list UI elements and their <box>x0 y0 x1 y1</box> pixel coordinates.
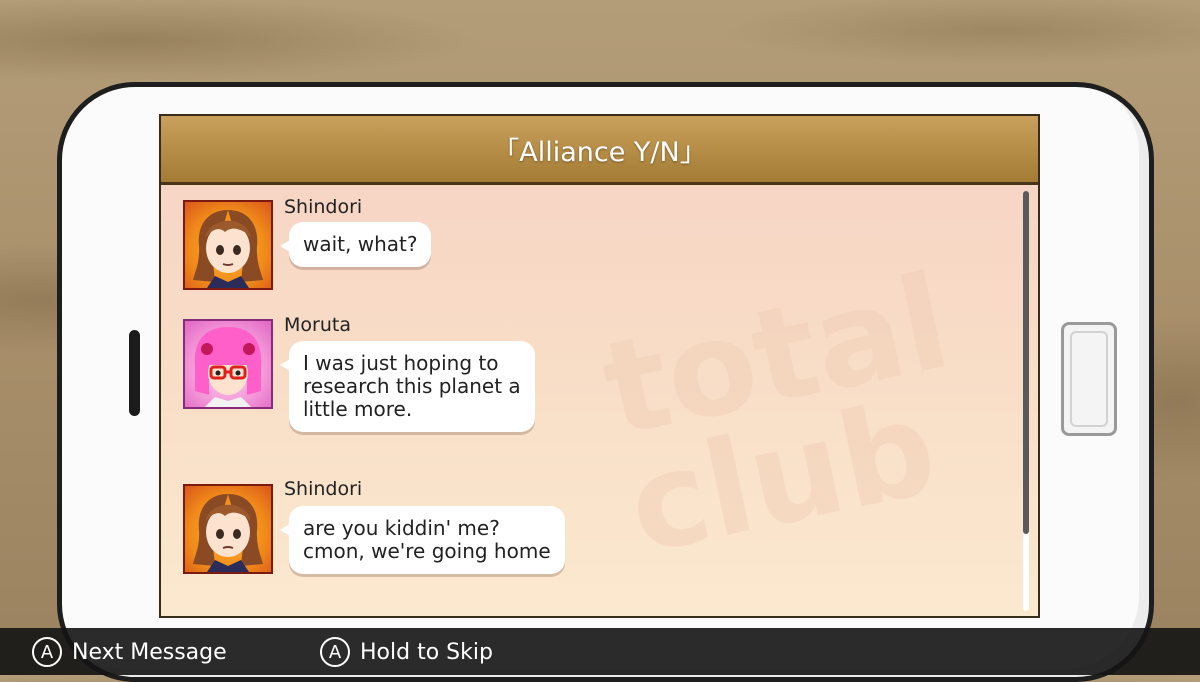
next-message-label: Next Message <box>72 639 227 665</box>
scrollbar[interactable] <box>1023 191 1029 611</box>
message-bubble: I was just hoping to research this plane… <box>280 341 535 432</box>
sender-name: Moruta <box>284 314 351 336</box>
chat-screen: total club 「Alliance Y/N」 Shindori wait,… <box>159 114 1040 618</box>
dialog-title: 「Alliance Y/N」 <box>492 136 707 168</box>
a-button-icon: A <box>320 637 350 667</box>
hold-to-skip-label: Hold to Skip <box>360 639 493 665</box>
moruta-avatar <box>183 319 273 409</box>
phone-home-button <box>1061 322 1117 436</box>
sender-name: Shindori <box>284 196 363 218</box>
message-bubble: are you kiddin' me? cmon, we're going ho… <box>280 506 565 574</box>
hold-to-skip-hint[interactable]: A Hold to Skip <box>320 637 493 667</box>
shindori-avatar <box>183 484 273 574</box>
scrollbar-thumb[interactable] <box>1023 191 1029 534</box>
watermark-logo: total club <box>591 245 1038 616</box>
a-button-icon: A <box>32 637 62 667</box>
dialog-title-bar: 「Alliance Y/N」 <box>161 116 1038 185</box>
sender-name: Shindori <box>284 478 363 500</box>
message-bubble: wait, what? <box>279 222 432 267</box>
control-hints-bar: A Next Message A Hold to Skip <box>0 628 1200 675</box>
shindori-avatar <box>183 200 273 290</box>
next-message-hint[interactable]: A Next Message <box>32 637 227 667</box>
watermark-text: total club <box>591 245 962 584</box>
phone-side-slot <box>129 330 140 416</box>
